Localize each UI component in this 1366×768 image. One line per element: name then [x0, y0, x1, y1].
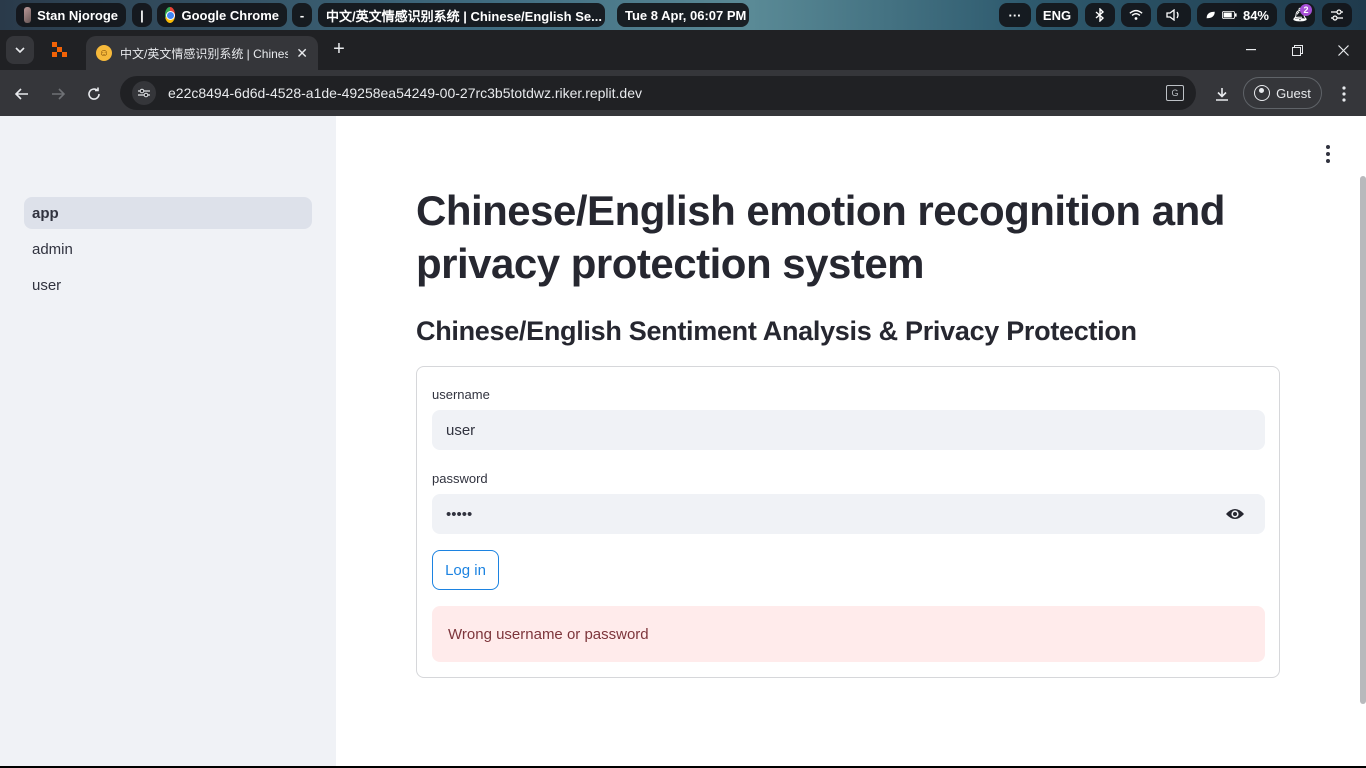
sidebar-item-app[interactable]: app — [24, 197, 312, 229]
sidebar-item-label: app — [32, 204, 59, 222]
taskbar-dash: - — [292, 3, 312, 27]
download-icon — [1216, 88, 1228, 101]
password-label: password — [432, 471, 488, 486]
volume-icon — [1166, 9, 1179, 21]
language-indicator[interactable]: ENG — [1036, 3, 1078, 27]
page-title: Chinese/English emotion recognition and … — [416, 187, 1225, 287]
login-button[interactable]: Log in — [432, 550, 499, 590]
sidebar-item-user[interactable]: user — [24, 269, 312, 301]
taskbar-clock[interactable]: Tue 8 Apr, 06:07 PM — [617, 3, 749, 27]
power-mode-icon — [1206, 11, 1215, 19]
error-alert: Wrong username or password — [432, 606, 1265, 662]
username-label: username — [432, 387, 490, 402]
quick-settings-button[interactable] — [1322, 3, 1352, 27]
url-text: e22c8494-6d6d-4528-a1de-49258ea54249-00-… — [168, 85, 643, 101]
close-tab-icon[interactable]: ✕ — [296, 45, 308, 62]
settings-sliders-icon — [1331, 9, 1343, 21]
page-viewport: app admin user Chinese/English emotion r… — [0, 116, 1366, 766]
bluetooth-icon — [1095, 8, 1105, 22]
restore-button[interactable] — [1274, 36, 1320, 64]
tab-title: 中文/英文情感识别系统 | Chinese/English Sentiment … — [120, 46, 289, 61]
tab-search-button[interactable] — [6, 36, 34, 64]
app-menu-button[interactable] — [1318, 142, 1338, 166]
arrow-left-icon — [15, 88, 28, 100]
more-tray-button[interactable]: ··· — [999, 3, 1031, 27]
replit-block — [52, 52, 57, 57]
chrome-menu-button[interactable] — [1332, 80, 1356, 108]
menu-dot — [1326, 159, 1330, 163]
show-password-icon[interactable] — [1225, 506, 1245, 522]
window-title-text: 中文/英文情感识别系统 | Chinese/English Se... — [326, 8, 602, 24]
profile-button[interactable]: Guest — [1243, 77, 1322, 109]
menu-dot — [1326, 145, 1330, 149]
separator-text: | — [140, 7, 144, 23]
password-value: ••••• — [446, 505, 473, 523]
kebab-menu-icon — [1342, 86, 1346, 102]
new-tab-button[interactable]: + — [328, 38, 350, 60]
username-input[interactable]: user — [432, 410, 1265, 450]
taskbar-window-title[interactable]: 中文/英文情感识别系统 | Chinese/English Se... — [318, 3, 605, 27]
user-avatar — [24, 7, 32, 23]
minimize-icon — [1246, 49, 1256, 51]
restore-icon — [1291, 44, 1303, 56]
chevron-down-icon — [15, 47, 25, 53]
close-window-button[interactable] — [1320, 36, 1366, 64]
sidebar-item-label: user — [32, 276, 62, 294]
downloads-button[interactable] — [1208, 80, 1236, 108]
notification-badge: 2 — [1300, 4, 1312, 16]
site-info-icon[interactable] — [132, 81, 156, 105]
language-text: ENG — [1042, 7, 1072, 23]
tab-active[interactable]: ☺ 中文/英文情感识别系统 | Chinese/English Sentimen… — [86, 36, 318, 70]
battery-icon — [1222, 10, 1237, 20]
battery-indicator[interactable]: 84% — [1197, 3, 1277, 27]
bluetooth-button[interactable] — [1085, 3, 1115, 27]
wifi-button[interactable] — [1121, 3, 1151, 27]
back-button[interactable] — [8, 80, 36, 108]
more-icon: ··· — [1008, 7, 1022, 23]
dash-text: - — [299, 7, 305, 23]
sidebar-item-admin[interactable]: admin — [24, 233, 312, 265]
user-name: Stan Njoroge — [37, 7, 118, 23]
smiley-favicon-icon: ☺ — [96, 45, 112, 61]
close-icon — [1337, 44, 1349, 56]
volume-button[interactable] — [1157, 3, 1191, 27]
chrome-icon — [165, 7, 176, 23]
tune-icon — [138, 88, 150, 98]
login-form: username user password ••••• Log in Wron… — [416, 366, 1280, 678]
plus-icon: + — [333, 37, 345, 60]
reload-icon — [88, 87, 100, 100]
menu-dot — [1326, 152, 1330, 156]
arrow-right-icon — [52, 88, 65, 100]
translate-icon[interactable]: G — [1166, 85, 1184, 101]
reload-button[interactable] — [80, 80, 108, 108]
user-profile-pill[interactable]: Stan Njoroge — [16, 3, 126, 27]
error-message: Wrong username or password — [448, 625, 649, 643]
replit-block — [62, 52, 67, 57]
address-bar[interactable]: e22c8494-6d6d-4528-a1de-49258ea54249-00-… — [120, 76, 1196, 110]
sidebar: app admin user — [0, 116, 336, 766]
guest-avatar-icon — [1254, 85, 1271, 101]
page-scrollbar[interactable] — [1360, 176, 1366, 704]
datetime-text: Tue 8 Apr, 06:07 PM — [625, 7, 747, 23]
username-value: user — [446, 421, 476, 439]
os-taskbar: Stan Njoroge | Google Chrome - 中文/英文情感识别… — [0, 0, 1366, 30]
password-input[interactable]: ••••• — [432, 494, 1265, 534]
forward-button[interactable] — [44, 80, 72, 108]
wifi-icon — [1129, 9, 1143, 20]
app-name: Google Chrome — [181, 7, 279, 23]
page-subtitle: Chinese/English Sentiment Analysis & Pri… — [416, 316, 1137, 346]
notifications-button[interactable]: 🔔︎ 2 — [1285, 3, 1315, 27]
sidebar-item-label: admin — [32, 240, 73, 258]
taskbar-separator: | — [132, 3, 152, 27]
replit-tab-icon[interactable] — [52, 42, 68, 58]
taskbar-chrome-app[interactable]: Google Chrome — [157, 3, 287, 27]
profile-label: Guest — [1276, 85, 1311, 101]
minimize-button[interactable] — [1228, 36, 1274, 64]
battery-percent: 84% — [1242, 7, 1269, 23]
